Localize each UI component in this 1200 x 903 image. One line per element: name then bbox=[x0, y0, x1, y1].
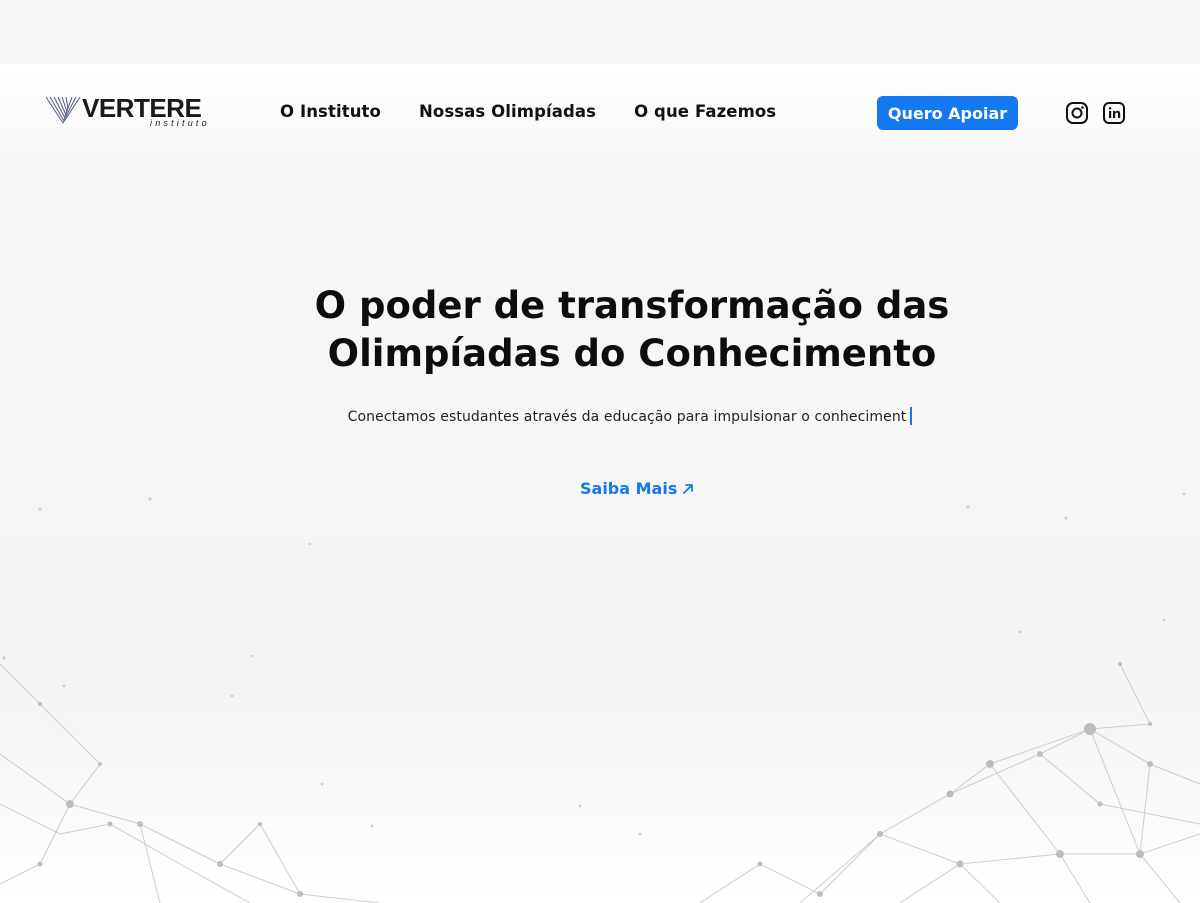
hero-subtitle: Conectamos estudantes através da educaçã… bbox=[300, 407, 960, 425]
nav-item-nossas-olimpiadas[interactable]: Nossas Olimpíadas bbox=[419, 102, 596, 124]
saiba-mais-link[interactable]: Saiba Mais bbox=[580, 479, 695, 498]
instagram-icon[interactable] bbox=[1065, 101, 1089, 125]
main-nav: O Instituto Nossas Olimpíadas O que Faze… bbox=[280, 102, 776, 124]
arrow-up-right-icon bbox=[683, 483, 694, 494]
saiba-mais-label: Saiba Mais bbox=[580, 479, 678, 498]
linkedin-icon[interactable] bbox=[1102, 101, 1126, 125]
hero-title: O poder de transformação das Olimpíadas … bbox=[232, 282, 1032, 378]
nav-item-o-que-fazemos[interactable]: O que Fazemos bbox=[634, 102, 776, 124]
hero-title-line-1: O poder de transformação das bbox=[314, 284, 950, 327]
typing-caret bbox=[910, 407, 913, 425]
hero-title-line-2: Olimpíadas do Conhecimento bbox=[327, 332, 937, 375]
vertere-logo[interactable]: VERTERE instituto bbox=[46, 93, 222, 131]
logo-subtitle: instituto bbox=[150, 118, 210, 128]
quero-apoiar-button[interactable]: Quero Apoiar bbox=[877, 96, 1018, 130]
top-strip bbox=[0, 0, 1200, 64]
vertere-logo-mark-icon bbox=[46, 96, 80, 124]
nav-item-o-instituto[interactable]: O Instituto bbox=[280, 102, 381, 124]
hero-subtitle-text: Conectamos estudantes através da educaçã… bbox=[347, 409, 907, 425]
